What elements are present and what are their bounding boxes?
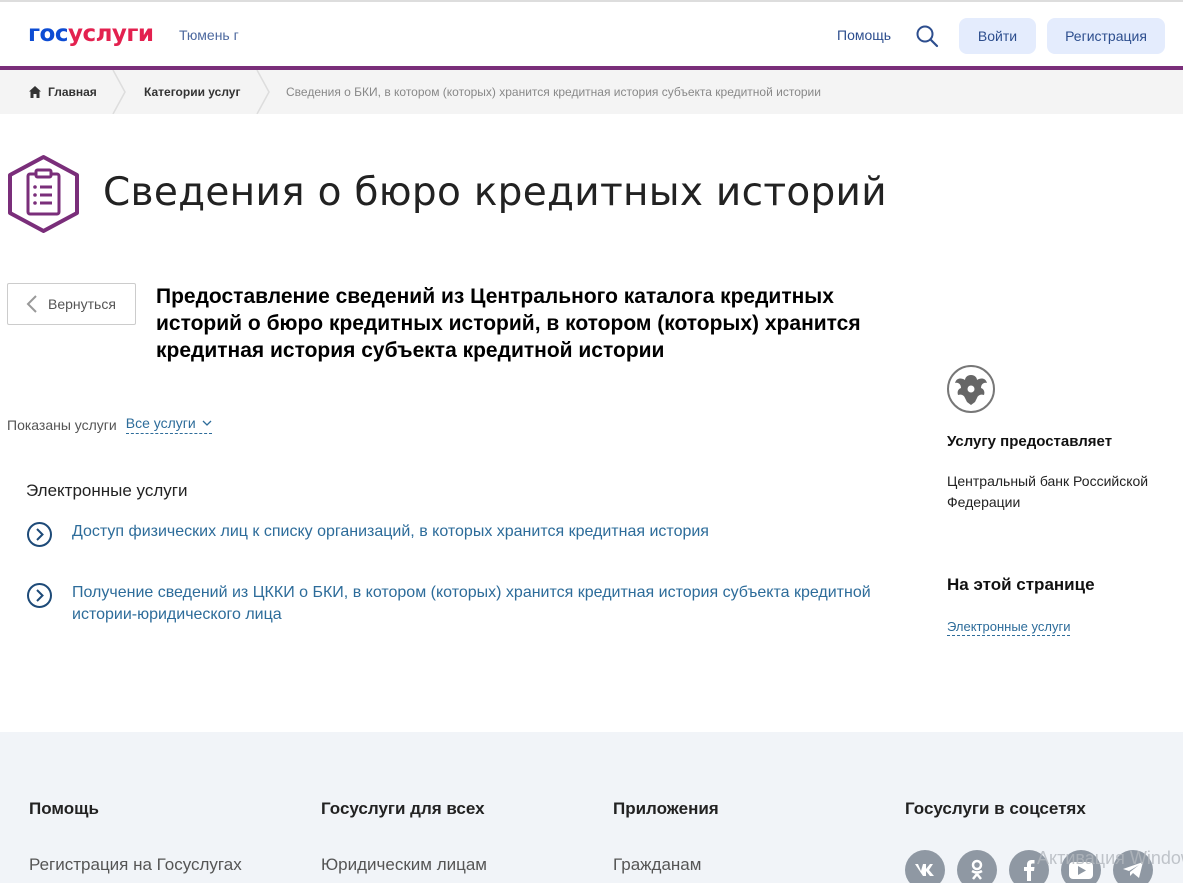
footer-title-social: Госуслуги в соцсетях: [905, 799, 1086, 818]
breadcrumb-separator-icon: [112, 70, 126, 114]
clipboard-category-icon: [8, 155, 79, 233]
home-icon: [29, 86, 41, 98]
filter-dropdown[interactable]: Все услуги: [125, 415, 212, 434]
register-button[interactable]: Регистрация: [1047, 18, 1165, 54]
breadcrumb-separator-icon: [256, 70, 270, 114]
circle-arrow-right-icon: [27, 583, 52, 608]
services-filter: Показаны услуги Все услуги: [7, 415, 212, 434]
section-title-electronic: Электронные услуги: [26, 481, 188, 500]
windows-activation-watermark: Активация Windows: [1037, 848, 1183, 868]
service-link[interactable]: Получение сведений из ЦККИ о БКИ, в кото…: [26, 582, 886, 626]
ok-icon[interactable]: [957, 850, 997, 883]
site-footer: Помощь Госуслуги для всех Приложения Гос…: [0, 732, 1183, 883]
back-button[interactable]: Вернуться: [7, 283, 136, 325]
page-title: Сведения о бюро кредитных историй: [103, 170, 887, 215]
footer-link-citizens[interactable]: Гражданам: [613, 855, 701, 875]
search-icon[interactable]: [915, 24, 939, 48]
footer-title-apps: Приложения: [613, 799, 719, 818]
footer-title-help: Помощь: [29, 799, 99, 818]
help-link[interactable]: Помощь: [837, 27, 891, 43]
city-selector[interactable]: Тюмень г: [179, 27, 239, 43]
chevron-left-icon: [26, 295, 37, 313]
chevron-down-icon: [202, 420, 212, 426]
filter-label: Показаны услуги: [7, 416, 117, 433]
central-bank-emblem-icon: [947, 365, 995, 413]
site-header: госуслуги Тюмень г Помощь Войти Регистра…: [0, 0, 1183, 66]
footer-link-registration[interactable]: Регистрация на Госуслугах: [29, 855, 242, 875]
circle-arrow-right-icon: [27, 522, 52, 547]
breadcrumb-home[interactable]: Главная: [28, 70, 97, 114]
gosuslugi-logo[interactable]: госуслуги: [28, 21, 154, 47]
vk-icon[interactable]: [905, 850, 945, 883]
on-this-page-link[interactable]: Электронные услуги: [947, 619, 1071, 636]
login-button[interactable]: Войти: [959, 18, 1036, 54]
footer-link-legal-entities[interactable]: Юридическим лицам: [321, 855, 487, 875]
footer-title-for-all: Госуслуги для всех: [321, 799, 485, 818]
service-subtitle: Предоставление сведений из Центрального …: [156, 285, 861, 362]
breadcrumb-categories[interactable]: Категории услуг: [144, 70, 240, 114]
breadcrumb-current: Сведения о БКИ, в котором (которых) хран…: [286, 85, 821, 99]
breadcrumb: Главная Категории услуг Сведения о БКИ, …: [0, 70, 1183, 114]
on-this-page-title: На этой странице: [947, 575, 1095, 594]
provider-name: Центральный банк Российской Федерации: [947, 473, 1149, 510]
service-link[interactable]: Доступ физических лиц к списку организац…: [26, 521, 886, 548]
provider-title: Услугу предоставляет: [947, 433, 1113, 450]
